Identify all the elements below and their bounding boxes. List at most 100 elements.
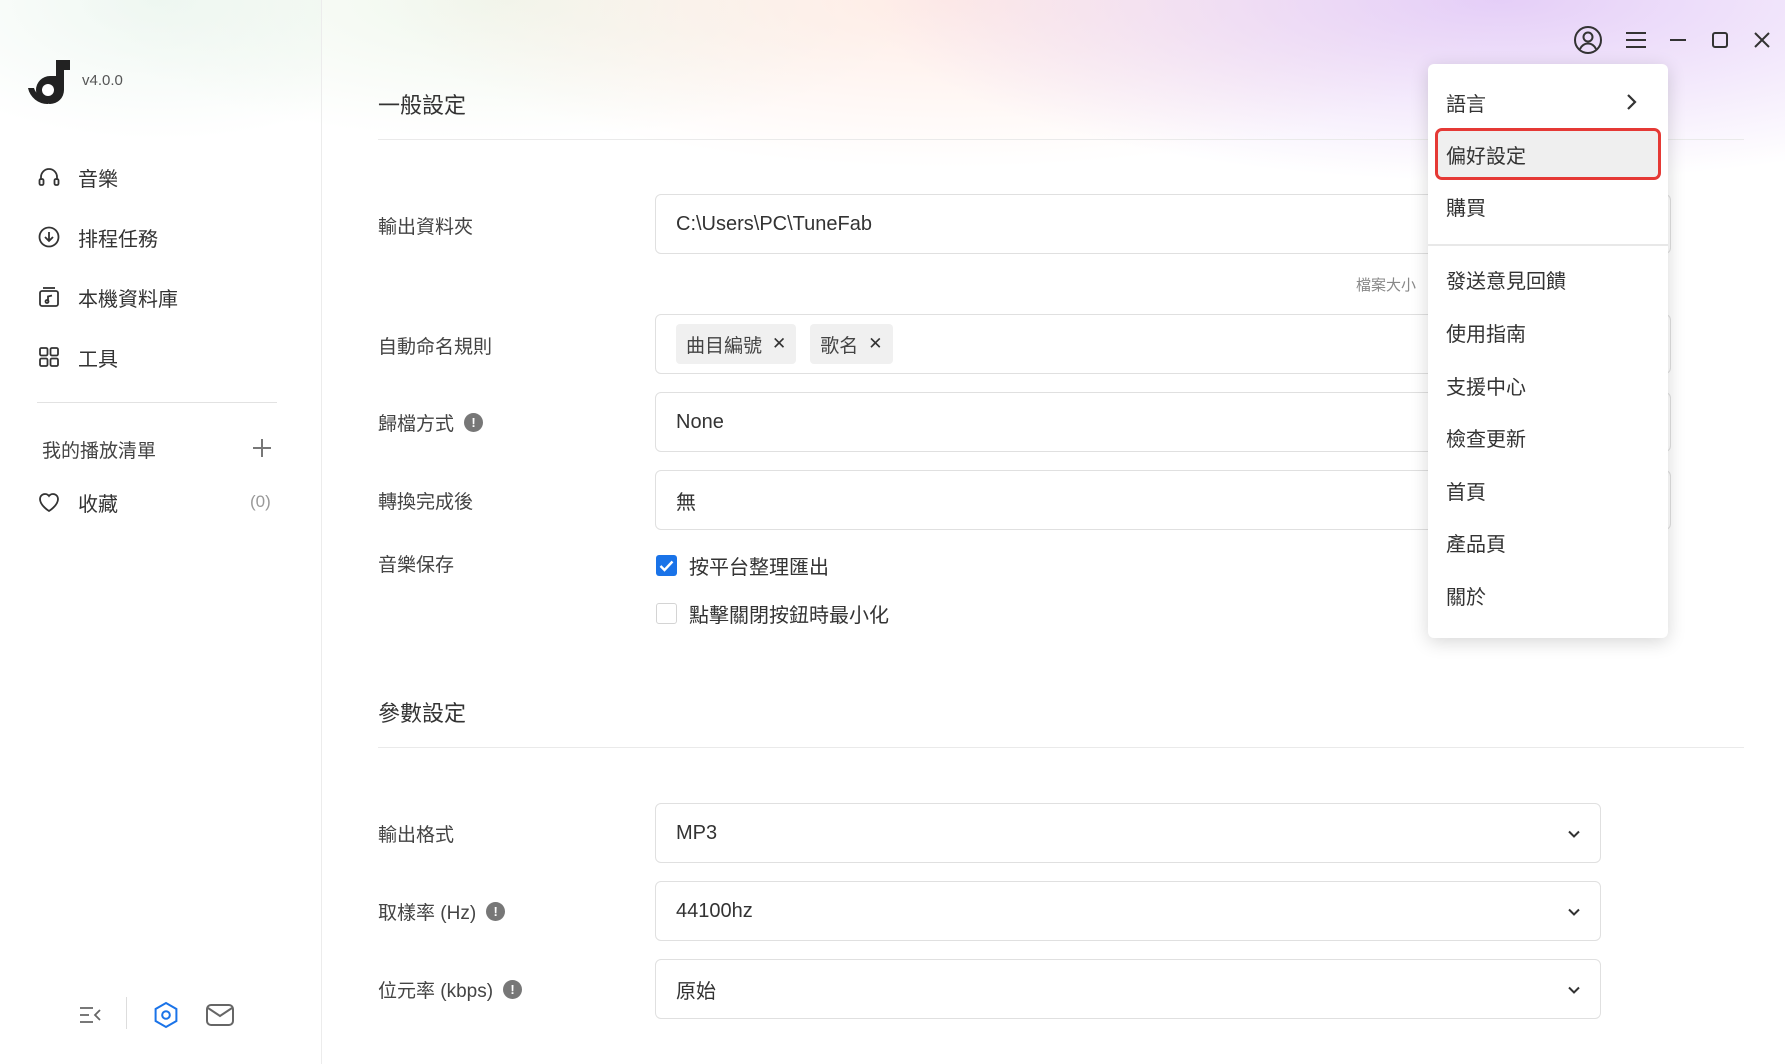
close-icon[interactable] bbox=[1746, 24, 1778, 56]
sidebar-divider bbox=[37, 402, 277, 403]
add-playlist-button[interactable] bbox=[250, 436, 274, 460]
grid-icon bbox=[36, 344, 62, 370]
menu-item-home[interactable]: 首頁 bbox=[1428, 467, 1668, 513]
chevron-right-icon bbox=[1627, 94, 1637, 110]
mail-icon[interactable] bbox=[204, 999, 236, 1031]
bitrate-select[interactable]: 原始 bbox=[655, 959, 1601, 1019]
after-convert-label: 轉換完成後 bbox=[378, 487, 473, 514]
menu-item-label: 偏好設定 bbox=[1446, 145, 1526, 168]
music-library-icon bbox=[36, 284, 62, 310]
account-icon[interactable] bbox=[1572, 24, 1604, 56]
menu-item-label: 產品頁 bbox=[1446, 533, 1506, 556]
chevron-down-icon bbox=[1568, 986, 1580, 994]
menu-item-label: 關於 bbox=[1446, 586, 1486, 609]
label-text: 轉換完成後 bbox=[378, 492, 474, 513]
menu-item-about[interactable]: 關於 bbox=[1428, 572, 1668, 618]
output-folder-label: 輸出資料夾 bbox=[378, 212, 473, 239]
heart-icon bbox=[36, 489, 62, 515]
maximize-icon[interactable] bbox=[1704, 24, 1736, 56]
app-version: v4.0.0 bbox=[82, 72, 123, 89]
file-size-hint: 檔案大小 bbox=[1356, 277, 1417, 294]
sidebar-item-local-library[interactable]: 本機資料庫 bbox=[24, 271, 294, 323]
label-text: 取樣率 (Hz) bbox=[378, 903, 477, 924]
naming-tag: 歌名 ✕ bbox=[810, 324, 893, 364]
remove-tag-icon[interactable]: ✕ bbox=[772, 334, 786, 354]
section-divider bbox=[378, 747, 1744, 748]
menu-item-label: 檢查更新 bbox=[1446, 428, 1526, 451]
favorites-count: (0) bbox=[250, 492, 271, 511]
menu-item-preferences[interactable]: 偏好設定 bbox=[1435, 128, 1661, 180]
tag-label: 曲目編號 bbox=[686, 335, 763, 357]
download-icon bbox=[36, 224, 62, 250]
general-settings-title: 一般設定 bbox=[378, 93, 467, 118]
main-menu-dropdown: 語言 偏好設定 購買 發送意見回饋 使用指南 支援中心 檢查更新 首頁 產品頁 … bbox=[1428, 64, 1668, 638]
naming-tag: 曲目編號 ✕ bbox=[676, 324, 797, 364]
playlist-section-title: 我的播放清單 bbox=[42, 441, 157, 462]
output-format-select[interactable]: MP3 bbox=[655, 803, 1601, 863]
menu-item-product-page[interactable]: 產品頁 bbox=[1428, 519, 1668, 565]
output-format-label: 輸出格式 bbox=[378, 820, 454, 847]
checkbox-label: 點擊關閉按鈕時最小化 bbox=[689, 605, 889, 627]
platform-export-checkbox[interactable]: 按平台整理匯出 bbox=[656, 551, 829, 580]
naming-rule-label: 自動命名規則 bbox=[378, 332, 492, 359]
bitrate-label: 位元率 (kbps) ! bbox=[378, 976, 523, 1003]
sidebar-item-label: 工具 bbox=[78, 348, 118, 371]
app-logo-icon bbox=[28, 60, 70, 104]
label-text: 位元率 (kbps) bbox=[378, 981, 494, 1002]
menu-item-purchase[interactable]: 購買 bbox=[1428, 183, 1668, 229]
menu-item-language[interactable]: 語言 bbox=[1428, 79, 1668, 125]
bitrate-value: 原始 bbox=[676, 980, 716, 1003]
music-save-label: 音樂保存 bbox=[378, 550, 454, 577]
minimize-icon[interactable] bbox=[1662, 24, 1694, 56]
menu-item-support[interactable]: 支援中心 bbox=[1428, 362, 1668, 408]
collapse-sidebar-icon[interactable] bbox=[74, 999, 106, 1031]
parameter-settings-title: 參數設定 bbox=[378, 701, 467, 726]
checkbox-label: 按平台整理匯出 bbox=[689, 557, 829, 579]
archive-method-value: None bbox=[676, 410, 724, 433]
label-text: 自動命名規則 bbox=[378, 337, 493, 358]
output-format-value: MP3 bbox=[676, 821, 718, 844]
after-convert-value: 無 bbox=[676, 491, 696, 514]
menu-item-guide[interactable]: 使用指南 bbox=[1428, 309, 1668, 355]
sidebar-item-scheduled-tasks[interactable]: 排程任務 bbox=[24, 211, 294, 263]
bottom-bar-separator bbox=[126, 997, 127, 1029]
menu-item-label: 支援中心 bbox=[1446, 376, 1526, 399]
menu-item-feedback[interactable]: 發送意見回饋 bbox=[1428, 256, 1668, 302]
info-icon[interactable]: ! bbox=[464, 413, 484, 432]
sample-rate-label: 取樣率 (Hz) ! bbox=[378, 898, 506, 925]
menu-item-check-update[interactable]: 檢查更新 bbox=[1428, 414, 1668, 460]
menu-divider bbox=[1428, 244, 1668, 246]
menu-item-label: 首頁 bbox=[1446, 481, 1486, 504]
sidebar-item-label: 排程任務 bbox=[78, 228, 158, 251]
info-icon[interactable]: ! bbox=[486, 902, 506, 921]
label-text: 輸出格式 bbox=[378, 825, 455, 846]
chevron-down-icon bbox=[1568, 830, 1580, 838]
sidebar-item-label: 收藏 bbox=[78, 493, 118, 516]
sidebar: v4.0.0 音樂 排程任務 本機資料庫 工具 我的播放清單 收藏 (0) bbox=[0, 0, 322, 1064]
settings-icon[interactable] bbox=[150, 999, 182, 1031]
tag-label: 歌名 bbox=[820, 335, 859, 357]
output-folder-value: C:\Users\PC\TuneFab bbox=[676, 212, 872, 235]
info-icon[interactable]: ! bbox=[503, 980, 523, 999]
label-text: 歸檔方式 bbox=[378, 414, 455, 435]
menu-item-label: 發送意見回饋 bbox=[1446, 270, 1566, 293]
checkbox-checked[interactable] bbox=[656, 555, 677, 576]
label-text: 音樂保存 bbox=[378, 555, 455, 576]
headphones-icon bbox=[36, 164, 62, 190]
label-text: 輸出資料夾 bbox=[378, 217, 474, 238]
menu-item-label: 語言 bbox=[1446, 93, 1486, 116]
menu-item-label: 購買 bbox=[1446, 197, 1486, 220]
archive-method-label: 歸檔方式 ! bbox=[378, 409, 484, 436]
menu-item-label: 使用指南 bbox=[1446, 323, 1526, 346]
sidebar-item-label: 本機資料庫 bbox=[78, 288, 178, 311]
minimize-on-close-checkbox[interactable]: 點擊關閉按鈕時最小化 bbox=[656, 599, 889, 628]
remove-tag-icon[interactable]: ✕ bbox=[868, 334, 882, 354]
menu-icon[interactable] bbox=[1620, 24, 1652, 56]
sidebar-item-label: 音樂 bbox=[78, 168, 118, 191]
checkbox-unchecked[interactable] bbox=[656, 603, 677, 624]
sidebar-item-music[interactable]: 音樂 bbox=[24, 151, 294, 203]
sample-rate-select[interactable]: 44100hz bbox=[655, 881, 1601, 941]
sidebar-bottom-bar bbox=[70, 995, 250, 1035]
sidebar-item-tools[interactable]: 工具 bbox=[24, 331, 294, 383]
app-window: v4.0.0 音樂 排程任務 本機資料庫 工具 我的播放清單 收藏 (0) 一般… bbox=[0, 0, 1785, 1064]
